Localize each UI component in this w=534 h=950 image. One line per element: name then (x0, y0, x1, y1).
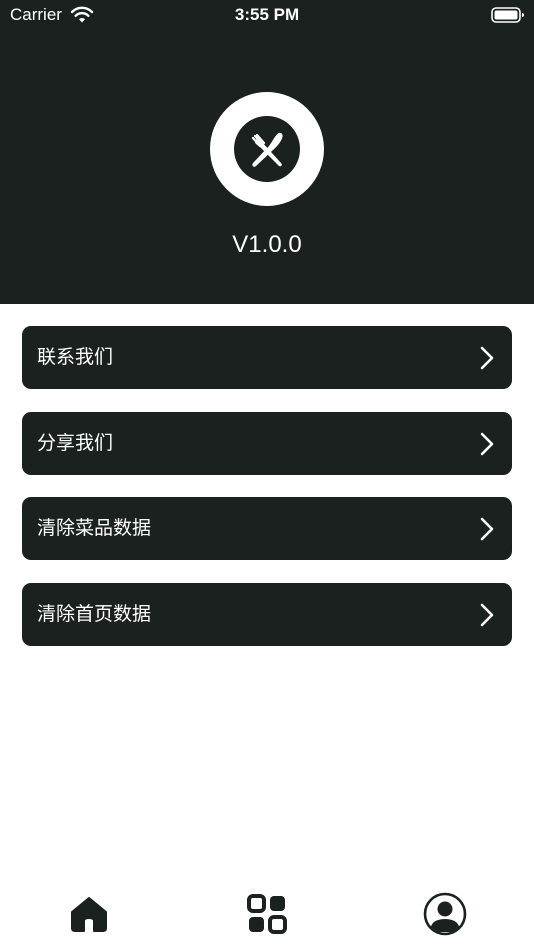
chevron-right-icon (480, 346, 494, 370)
menu-item-contact-us[interactable]: 联系我们 (22, 326, 512, 389)
fork-knife-icon (251, 132, 283, 167)
menu-item-label: 清除首页数据 (37, 603, 152, 625)
status-bar: Carrier 3:55 PM (0, 0, 534, 30)
status-time: 3:55 PM (234, 5, 300, 24)
menu-item-share-us[interactable]: 分享我们 (22, 412, 512, 475)
menu-item-label: 分享我们 (37, 432, 114, 454)
app-logo (210, 92, 324, 206)
tab-home[interactable] (67, 892, 111, 936)
header: Carrier 3:55 PM V1.0.0 (0, 0, 534, 304)
tab-categories[interactable] (245, 892, 289, 936)
app-version: V1.0.0 (232, 231, 302, 258)
home-icon (71, 897, 107, 932)
profile-icon (423, 892, 467, 936)
grid-icon (247, 894, 287, 934)
chevron-right-icon (480, 517, 494, 541)
menu-item-label: 联系我们 (37, 346, 114, 368)
menu-item-clear-dish-data[interactable]: 清除菜品数据 (22, 497, 512, 560)
tab-bar (0, 880, 534, 950)
battery-icon (491, 7, 524, 23)
tab-profile[interactable] (423, 892, 467, 936)
menu-item-label: 清除菜品数据 (37, 517, 152, 539)
menu-item-clear-home-data[interactable]: 清除首页数据 (22, 583, 512, 646)
chevron-right-icon (480, 603, 494, 627)
logo-badge (234, 116, 300, 182)
chevron-right-icon (480, 432, 494, 456)
